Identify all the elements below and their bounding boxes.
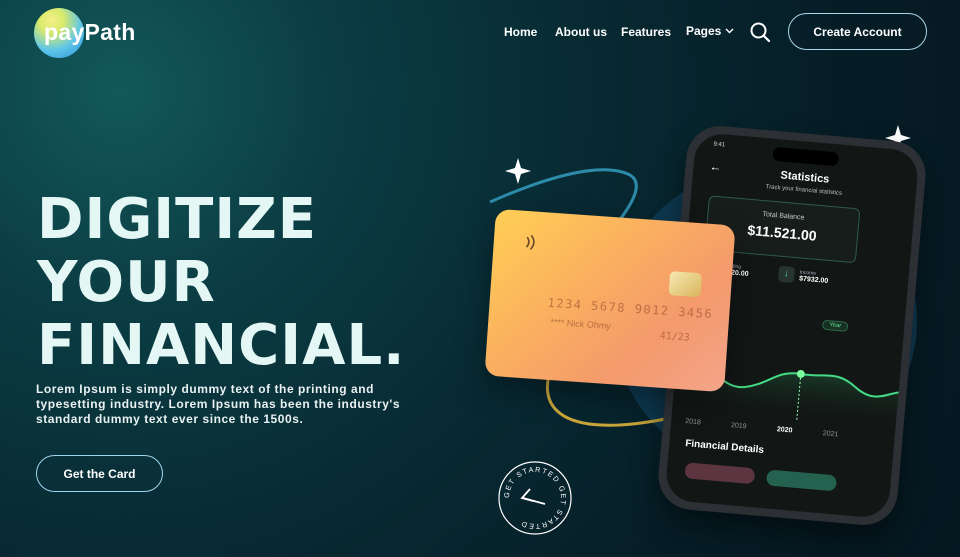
get-the-card-button[interactable]: Get the Card [36,455,163,492]
card-number: 1234 5678 9012 3456 [547,295,714,322]
nav-about-us[interactable]: About us [555,25,607,39]
card-dots: **** [550,316,565,328]
arrow-left-icon [520,488,546,505]
arrow-down-icon: ↓ [777,265,796,283]
contactless-icon [525,234,535,250]
year-label: 2019 [730,422,747,431]
brand-name: payPath [44,19,136,45]
credit-card: 1234 5678 9012 3456 **** Nick Ohmy 41/23 [484,208,736,393]
get-started-text: GET STARTED GET STARTED [502,465,567,531]
sparkle-icon [505,158,531,184]
get-started-badge[interactable]: GET STARTED GET STARTED [497,460,573,536]
financial-details-title: Financial Details [684,438,765,457]
card-holder-name: Nick Ohmy [566,318,612,332]
phone-notch [772,146,840,167]
hero-title-line-1: DIGITIZE [37,187,318,252]
hero-title-line-2: YOUR [37,250,216,315]
search-icon[interactable] [749,21,771,43]
chevron-down-icon [725,28,734,34]
hero-title-line-3: FINANCIAL. [37,313,406,378]
income-stat: ↓ Income $7932.00 [777,265,829,286]
nav-home[interactable]: Home [504,25,537,39]
hero-description: Lorem Ipsum is simply dummy text of the … [36,382,401,426]
nav-features[interactable]: Features [621,25,671,39]
details-card-2[interactable] [765,469,838,492]
landing-page: payPath Home About us Features Pages Cre… [0,0,960,557]
nav-pages-label: Pages [686,24,722,38]
status-time: 9:41 [713,141,726,149]
nav-pages[interactable]: Pages [686,24,734,38]
logo[interactable]: payPath [34,8,154,58]
details-card-1[interactable] [684,462,756,485]
year-label: 2018 [684,418,702,427]
card-expiry: 41/23 [659,330,691,344]
card-chip-icon [668,271,703,298]
card-holder: **** Nick Ohmy [550,317,611,331]
create-account-button[interactable]: Create Account [788,13,927,50]
year-label[interactable]: 2020 [777,426,793,434]
hero-title: DIGITIZE YOUR FINANCIAL. [37,188,405,377]
income-value: $7932.00 [798,274,829,285]
year-label: 2021 [822,430,839,439]
svg-text:GET STARTED GET STARTED: GET STARTED GET STARTED [502,465,568,531]
